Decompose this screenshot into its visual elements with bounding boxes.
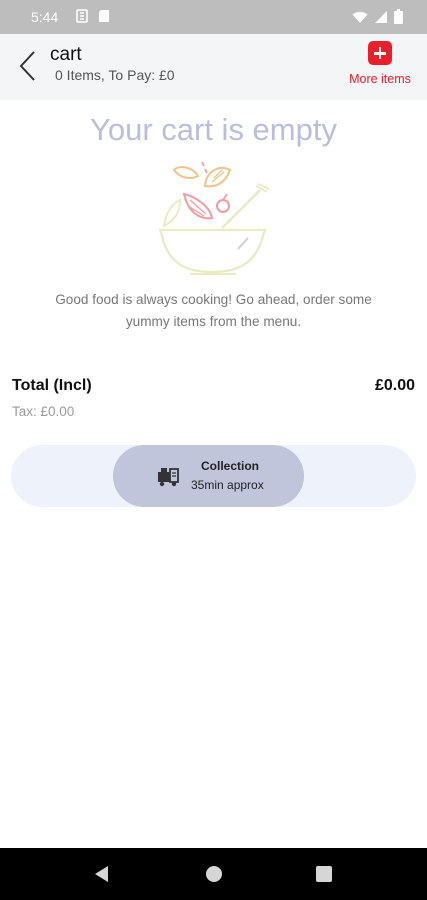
add-icon bbox=[368, 41, 392, 65]
total-label: Total (Incl) bbox=[12, 377, 92, 394]
tax-amount: Tax: £0.00 bbox=[12, 404, 75, 419]
collection-icon bbox=[158, 468, 179, 487]
empty-cart-message-line2: yummy items from the menu. bbox=[125, 314, 302, 329]
empty-cart-title: Your cart is empty bbox=[90, 112, 337, 147]
nav-home-icon[interactable] bbox=[206, 866, 222, 882]
status-time: 5:44 bbox=[31, 9, 59, 25]
total-value: £0.00 bbox=[374, 377, 415, 394]
empty-cart-message-line1: Good food is always cooking! Go ahead, o… bbox=[55, 292, 372, 307]
wifi-icon bbox=[352, 11, 368, 23]
status-right bbox=[352, 9, 403, 24]
cart-summary: 0 Items, To Pay: £0 bbox=[55, 67, 175, 83]
sd-card-icon bbox=[99, 10, 109, 22]
page-title: cart bbox=[50, 44, 82, 65]
nav-recents-icon[interactable] bbox=[316, 866, 332, 882]
collection-title: Collection bbox=[201, 459, 260, 473]
sim-icon bbox=[76, 9, 88, 23]
system-nav-bar bbox=[0, 848, 427, 900]
nav-back-icon[interactable] bbox=[94, 865, 110, 883]
back-arrow-icon[interactable] bbox=[14, 44, 44, 84]
collection-option[interactable]: Collection 35min approx bbox=[113, 445, 304, 507]
status-bar: 5:44 bbox=[0, 0, 427, 34]
collection-time: 35min approx bbox=[191, 478, 264, 492]
more-items-label: More items bbox=[349, 72, 411, 86]
battery-icon bbox=[394, 9, 403, 24]
salad-bowl-icon bbox=[158, 161, 270, 276]
signal-icon bbox=[375, 10, 387, 23]
more-items-button[interactable]: More items bbox=[345, 41, 415, 86]
app-bar: cart 0 Items, To Pay: £0 More items bbox=[0, 34, 427, 100]
empty-cart-message: Good food is always cooking! Go ahead, o… bbox=[20, 289, 407, 333]
